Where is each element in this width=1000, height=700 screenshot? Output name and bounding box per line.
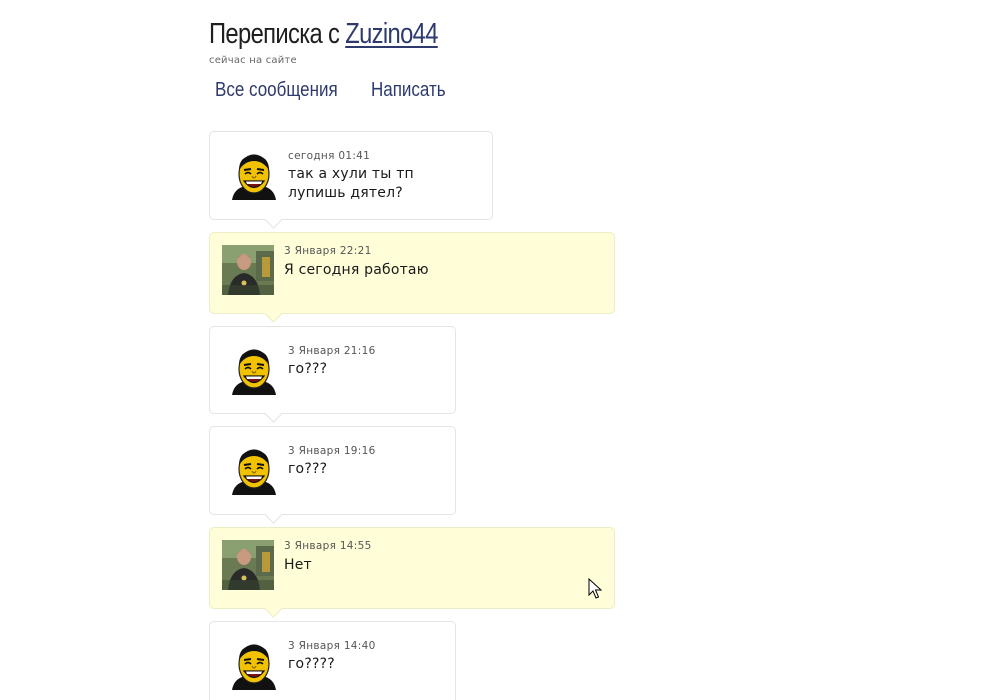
message-item: 3 Января 22:21 Я сегодня работаю [209,232,615,314]
mouse-pointer-icon [588,578,602,599]
sender-avatar[interactable] [222,245,274,295]
message-text: Нет [284,557,312,573]
message-time: сегодня 01:41 [288,150,371,162]
message-time: 3 Января 14:55 [284,540,372,552]
sender-avatar[interactable] [222,540,274,590]
cartoon-face-icon [230,347,278,395]
message-item: 3 Января 14:55 Нет [209,527,615,609]
message-time: 3 Января 19:16 [288,445,376,457]
sender-avatar[interactable] [230,347,278,395]
page-title: Переписка с Zuzino44 [209,14,438,54]
message-item: 3 Января 14:40 го???? [209,621,456,700]
sender-avatar[interactable] [230,447,278,495]
conversation-page: Переписка с Zuzino44 сейчас на сайте Все… [0,0,1000,700]
message-text: го??? [288,361,328,377]
message-text: го???? [288,656,335,672]
cartoon-face-icon [230,642,278,690]
sender-avatar[interactable] [230,152,278,200]
all-messages-link[interactable]: Все сообщения [215,77,338,103]
message-time: 3 Января 22:21 [284,245,372,257]
message-time: 3 Января 21:16 [288,345,376,357]
cartoon-face-icon [230,447,278,495]
sender-avatar[interactable] [230,642,278,690]
message-text: го??? [288,461,328,477]
conversation-nav: Все сообщения Написать [215,77,459,103]
message-text: Я сегодня работаю [284,262,429,278]
write-message-link[interactable]: Написать [371,77,446,103]
message-time: 3 Января 14:40 [288,640,376,652]
user-photo-icon [222,245,274,295]
message-text: так а хули ты тп лупишь дятел? [288,166,414,201]
message-item: 3 Января 21:16 го??? [209,326,456,414]
message-item: 3 Января 19:16 го??? [209,426,456,515]
conversation-header: Переписка с Zuzino44 сейчас на сайте [209,14,488,66]
user-photo-icon [222,540,274,590]
title-prefix: Переписка с [209,18,340,50]
online-status: сейчас на сайте [209,55,297,66]
cartoon-face-icon [230,152,278,200]
message-item: сегодня 01:41 так а хули ты тп лупишь дя… [209,131,493,220]
username-link[interactable]: Zuzino44 [345,18,438,50]
